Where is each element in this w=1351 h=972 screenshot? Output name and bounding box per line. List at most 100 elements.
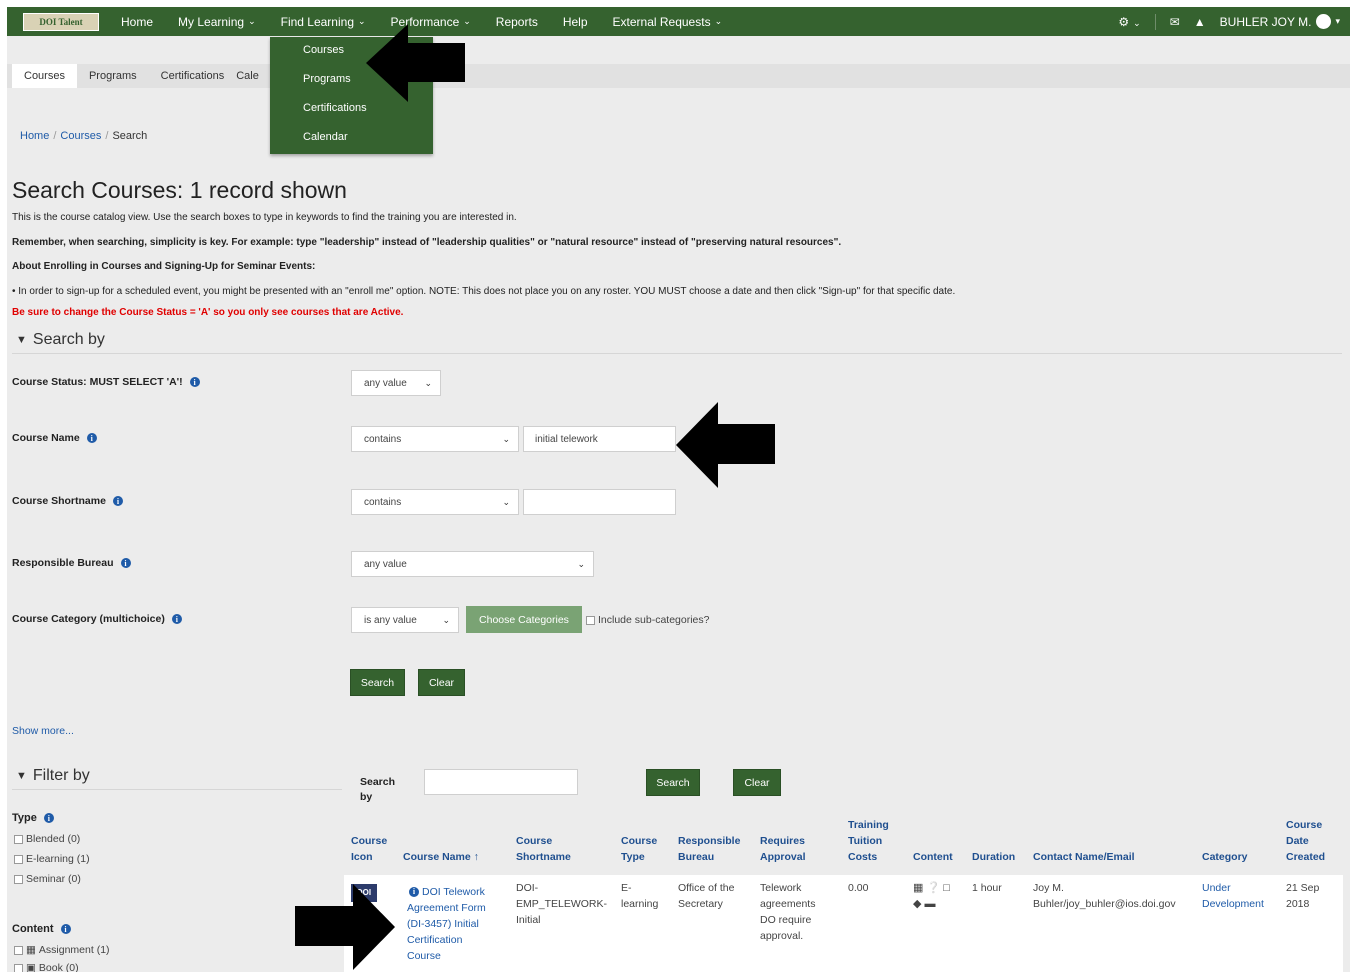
nav-divider [1154, 13, 1156, 30]
responsible-bureau-select[interactable]: any value ⌄ [351, 551, 594, 577]
tag-icon[interactable]: ◆ [913, 898, 921, 910]
tab-courses[interactable]: Courses [12, 64, 77, 88]
info-icon[interactable]: i [86, 433, 97, 443]
file-icon[interactable]: □ [943, 882, 950, 894]
dropdown-item-calendar[interactable]: Calendar [270, 124, 433, 153]
tab-programs[interactable]: Programs [77, 64, 149, 88]
mail-icon[interactable]: ▬ [925, 898, 936, 910]
doi-talent-logo[interactable]: DOI Talent [23, 12, 99, 31]
notifications-bell-icon[interactable]: ▲ [1194, 15, 1206, 29]
chevron-down-icon: ⌄ [442, 615, 450, 625]
course-shortname-input[interactable] [523, 489, 676, 515]
responsible-bureau-label: Responsible Bureau i [12, 557, 131, 569]
info-text-simplicity: Remember, when searching, simplicity is … [12, 237, 842, 248]
breadcrumb: Home / Courses / Search [20, 130, 148, 142]
divider [12, 353, 1342, 354]
clear-button[interactable]: Clear [418, 669, 465, 696]
nav-reports[interactable]: Reports [496, 7, 538, 36]
user-name: BUHLER JOY M. [1219, 14, 1312, 29]
messages-icon[interactable]: ✉ [1170, 15, 1180, 29]
nav-find-learning-label: Find Learning [280, 14, 354, 29]
divider [12, 789, 342, 790]
course-name-input[interactable]: initial telework [523, 426, 676, 452]
bureau-cell: Office of the Secretary [678, 882, 735, 910]
nav-help[interactable]: Help [563, 7, 588, 36]
tab-certifications[interactable]: Certifications [149, 64, 237, 88]
search-by-heading: Search by [32, 331, 105, 348]
course-name-operator-select[interactable]: contains ⌄ [351, 426, 519, 452]
checkbox[interactable] [14, 945, 23, 955]
annotation-arrow-left [676, 402, 775, 488]
info-text-catalog: This is the course catalog view. Use the… [12, 212, 517, 223]
costs-cell: 0.00 [848, 882, 869, 894]
course-type-cell: E-learning [621, 882, 659, 910]
avatar [1316, 14, 1332, 29]
course-shortname-cell: DOI- EMP_TELEWORK- Initial [516, 882, 608, 926]
info-icon[interactable]: i [120, 558, 131, 568]
question-icon[interactable]: ❔ [926, 882, 940, 894]
assignment-icon[interactable]: ▦ [913, 882, 923, 894]
checkbox[interactable] [14, 834, 23, 844]
chevron-down-icon: ⌄ [248, 16, 256, 26]
course-shortname-operator-select[interactable]: contains ⌄ [351, 489, 519, 515]
filter-type-seminar[interactable]: Seminar (0) [14, 873, 81, 885]
tab-calendar[interactable]: Cale [236, 64, 271, 88]
chevron-down-icon: ▾ [1335, 16, 1340, 26]
search-button[interactable]: Search [350, 669, 405, 696]
user-menu[interactable]: BUHLER JOY M. ▾ [1220, 14, 1340, 29]
course-status-select[interactable]: any value ⌄ [351, 370, 441, 396]
col-header-responsible-bureau[interactable]: Responsible Bureau [678, 833, 740, 865]
chevron-down-icon: ⌄ [714, 16, 723, 26]
caret-down-icon: ▼ [16, 334, 27, 346]
choose-categories-button[interactable]: Choose Categories [466, 606, 582, 633]
col-header-course-name[interactable]: Course Name ↑ [403, 849, 479, 865]
gear-icon[interactable]: ⚙ ⌄ [1118, 15, 1140, 29]
nav-find-learning[interactable]: Find Learning ⌄ [280, 7, 366, 36]
info-icon[interactable]: i [189, 377, 200, 387]
search-by-toggle[interactable]: ▼ Search by [16, 331, 105, 349]
filter-content-assignment[interactable]: ▦ Assignment (1) [14, 944, 110, 956]
course-name-link[interactable]: i DOI Telework Agreement Form (DI-3457) In… [407, 884, 486, 964]
col-header-training-costs[interactable]: Training Tuition Costs [848, 817, 889, 865]
info-icon[interactable]: i [409, 887, 419, 897]
breadcrumb-courses[interactable]: Courses [60, 130, 101, 142]
content-icons-cell: ▦ ❔ □ ◆ ▬ [913, 880, 950, 912]
col-header-content[interactable]: Content [913, 849, 953, 865]
nav-my-learning[interactable]: My Learning ⌄ [178, 7, 256, 36]
checkbox[interactable] [14, 963, 23, 972]
nav-home[interactable]: Home [121, 7, 153, 36]
show-more-link[interactable]: Show more... [12, 725, 74, 737]
col-header-requires-approval[interactable]: Requires Approval [760, 833, 806, 865]
info-icon[interactable]: i [60, 924, 71, 934]
secondary-tabs: Courses Programs Certifications Cale [7, 64, 1350, 88]
filter-type-elearning[interactable]: E-learning (1) [14, 853, 90, 865]
nav-external-requests[interactable]: External Requests ⌄ [613, 7, 723, 36]
include-subcategories-checkbox[interactable]: Include sub-categories? [586, 614, 710, 626]
page-title: Search Courses: 1 record shown [12, 177, 347, 203]
table-search-button[interactable]: Search [646, 769, 700, 796]
col-header-course-shortname[interactable]: Course Shortname [516, 833, 571, 865]
col-header-contact[interactable]: Contact Name/Email [1033, 849, 1135, 865]
table-clear-button[interactable]: Clear [733, 769, 781, 796]
category-link[interactable]: Under Development [1202, 880, 1264, 912]
info-icon[interactable]: i [43, 813, 54, 823]
col-header-course-icon[interactable]: Course Icon [351, 833, 387, 865]
checkbox[interactable] [14, 874, 23, 884]
checkbox[interactable] [586, 615, 595, 625]
col-header-duration[interactable]: Duration [972, 849, 1015, 865]
col-header-category[interactable]: Category [1202, 849, 1248, 865]
col-header-course-type[interactable]: Course Type [621, 833, 657, 865]
info-icon[interactable]: i [171, 614, 182, 624]
include-subcategories-label: Include sub-categories? [598, 614, 710, 626]
table-search-input[interactable] [424, 769, 578, 795]
course-category-select[interactable]: is any value ⌄ [351, 607, 459, 633]
filter-by-toggle[interactable]: ▼ Filter by [16, 767, 90, 785]
info-icon[interactable]: i [112, 496, 123, 506]
checkbox[interactable] [14, 854, 23, 864]
annotation-arrow-left [366, 24, 465, 102]
col-header-date-created[interactable]: Course Date Created [1286, 817, 1325, 865]
filter-content-book[interactable]: ▣ Book (0) [14, 962, 79, 972]
filter-type-blended[interactable]: Blended (0) [14, 833, 80, 845]
breadcrumb-home[interactable]: Home [20, 130, 49, 142]
annotation-arrow-right [295, 884, 395, 970]
